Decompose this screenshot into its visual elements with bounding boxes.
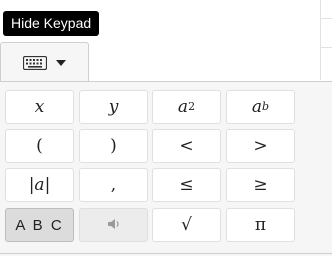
grid-line	[320, 18, 332, 19]
key-y[interactable]: y	[79, 90, 148, 124]
keypad-toggle-tab[interactable]	[0, 42, 89, 82]
key-less-equal[interactable]: ≤	[152, 168, 221, 202]
caret-down-icon	[56, 60, 66, 66]
key-greater-than[interactable]: >	[226, 129, 295, 163]
key-left-paren[interactable]: (	[5, 129, 74, 163]
graph-area[interactable]	[90, 0, 332, 80]
key-abc[interactable]: A B C	[5, 208, 74, 242]
key-a-power-b-base: a	[251, 97, 263, 117]
speaker-icon	[107, 215, 121, 235]
divider	[0, 253, 332, 254]
key-comma[interactable]: ,	[79, 168, 148, 202]
key-less-than[interactable]: <	[152, 129, 221, 163]
key-pi[interactable]: π	[226, 208, 295, 242]
key-sqrt[interactable]: √	[152, 208, 221, 242]
math-keypad: x y a2 ab ( ) < > |a| , ≤ ≥ A B C √ π	[0, 81, 332, 256]
key-sound[interactable]	[79, 208, 148, 242]
keyboard-icon	[23, 55, 47, 70]
grid-line	[320, 0, 321, 80]
key-right-paren[interactable]: )	[79, 129, 148, 163]
key-x[interactable]: x	[5, 90, 74, 124]
tooltip: Hide Keypad	[3, 11, 100, 36]
key-a-squared[interactable]: a2	[152, 90, 221, 124]
key-greater-equal[interactable]: ≥	[226, 168, 295, 202]
grid-line	[320, 47, 332, 48]
key-a-squared-base: a	[177, 97, 189, 117]
key-a-power-b[interactable]: ab	[226, 90, 295, 124]
key-absolute-value[interactable]: |a|	[5, 168, 74, 202]
